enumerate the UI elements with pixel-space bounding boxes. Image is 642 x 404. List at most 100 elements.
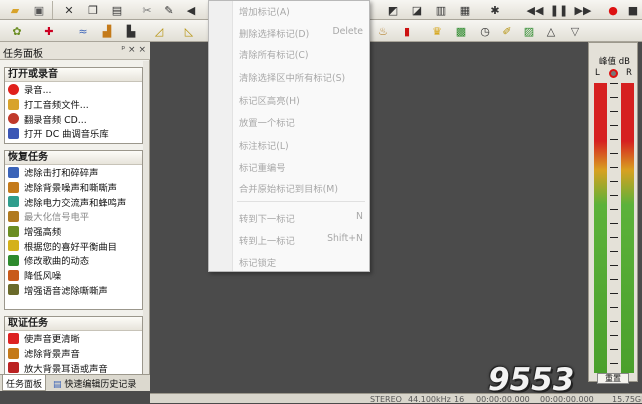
task-item[interactable]: 使声音更清晰 <box>5 331 142 346</box>
menu-item[interactable]: 清除所有标记(C) <box>239 47 363 61</box>
resize-icon[interactable]: ◪ <box>408 1 426 19</box>
task-pane-title: 任务面板 <box>3 49 43 60</box>
menu-separator <box>237 201 365 202</box>
task-item[interactable]: 滤除电力交流声和蜂鸣声 <box>5 194 142 209</box>
task-item-label: 降低风噪 <box>24 271 62 283</box>
brush-icon[interactable]: ✐ <box>498 22 516 40</box>
menu-item-shortcut: Shift+N <box>327 233 363 244</box>
waveform-icon[interactable]: ≈ <box>74 22 92 40</box>
watermark-logo: 9553 <box>488 362 575 398</box>
menu-item[interactable]: 标注标记(L) <box>239 138 363 152</box>
rewind-icon[interactable]: ◀◀ <box>526 1 544 19</box>
menu-item-label: 转到下一标记 <box>239 214 295 225</box>
meter-clip-indicator[interactable] <box>609 69 618 78</box>
bars-icon[interactable]: ▙ <box>122 22 140 40</box>
tab-edit-history[interactable]: ▤ 快速编辑历史记录 <box>50 375 139 391</box>
app-icon[interactable]: ▰ <box>6 1 24 19</box>
paste-icon[interactable]: ▤ <box>108 1 126 19</box>
menu-item[interactable]: 标记重编号 <box>239 160 363 174</box>
record-button-icon[interactable]: ● <box>604 1 622 19</box>
task-item[interactable]: 录音... <box>5 82 142 97</box>
trophy-icon[interactable]: ♛ <box>428 22 446 40</box>
hum-filter-icon <box>8 196 19 208</box>
stop-icon[interactable]: ■ <box>624 1 642 19</box>
menu-item[interactable]: 清除选择区中所有标记(S) <box>239 70 363 84</box>
record-icon <box>8 83 19 95</box>
voice-effect-icon[interactable]: ♨ <box>374 22 392 40</box>
menu-item[interactable]: 放置一个标记 <box>239 115 363 129</box>
gear-icon[interactable]: ✱ <box>486 1 504 19</box>
task-item[interactable]: 滤除背景噪声和嘶嘶声 <box>5 180 142 195</box>
menu-item-label: 放置一个标记 <box>239 118 295 129</box>
layout-icon[interactable]: ▦ <box>456 1 474 19</box>
meter-left-bar <box>594 83 607 373</box>
task-item[interactable]: 增强高频 <box>5 224 142 239</box>
click-filter-icon <box>8 166 19 178</box>
task-item[interactable]: 修改歌曲的动态 <box>5 253 142 268</box>
menu-item[interactable]: 合并原始标记到目标(M) <box>239 181 363 195</box>
meter-left-label: L <box>595 68 600 78</box>
task-item[interactable]: 滤除击打和碎碎声 <box>5 165 142 180</box>
meter-reset-button[interactable]: 重置 <box>597 373 629 384</box>
scrollbar[interactable] <box>143 61 149 387</box>
effect-tool-icon[interactable]: ✿ <box>8 22 26 40</box>
menu-item[interactable]: 转到上一标记 Shift+N <box>239 233 363 247</box>
task-item[interactable]: 增强语音滤除嘶嘶声 <box>5 283 142 298</box>
eq-bars-icon[interactable]: ▮ <box>398 22 416 40</box>
trim-icon[interactable]: ✂ <box>138 1 156 19</box>
task-section-title: 打开或录音 <box>5 68 142 82</box>
menu-item[interactable]: 标记锁定 <box>239 255 363 269</box>
task-item-label: 滤除背景噪声和嘶嘶声 <box>24 183 117 195</box>
save-icon[interactable]: ▣ <box>30 1 48 19</box>
chart-icon[interactable]: ▨ <box>520 22 538 40</box>
cd-icon <box>8 113 19 125</box>
funnel-icon[interactable]: ▽ <box>566 22 584 40</box>
task-section: 打开或录音 录音... 打工音频文件... 翻录音频 CD... 打开 DC 曲调音乐库 <box>4 67 143 144</box>
task-item[interactable]: 最大化信号电平 <box>5 209 142 224</box>
task-item[interactable]: 根据您的喜好平衡曲目 <box>5 238 142 253</box>
spectrum-icon[interactable]: ▟ <box>98 22 116 40</box>
menu-item[interactable]: 标记区高亮(H) <box>239 93 363 107</box>
forward-icon[interactable]: ▶▶ <box>574 1 592 19</box>
lips-icon <box>8 332 19 344</box>
task-item-label: 滤除背景声音 <box>24 349 80 361</box>
click-repair-icon[interactable]: ✚ <box>40 22 58 40</box>
task-item[interactable]: 打工音频文件... <box>5 97 142 112</box>
pause-icon[interactable]: ❚❚ <box>550 1 568 19</box>
task-item[interactable]: 翻录音频 CD... <box>5 111 142 126</box>
menu-item[interactable]: 增加标记(A) <box>239 4 363 18</box>
mute-icon[interactable]: ◀ <box>182 1 200 19</box>
task-item-label: 修改歌曲的动态 <box>24 256 90 268</box>
fade-icon[interactable]: ◺ <box>180 22 198 40</box>
music-library-icon <box>8 127 19 139</box>
menu-item[interactable]: 转到下一标记 N <box>239 211 363 225</box>
task-pane-tabs: 任务面板 ▤ 快速编辑历史记录 <box>0 374 150 391</box>
task-item[interactable]: 打开 DC 曲调音乐库 <box>5 126 142 141</box>
triangle-icon[interactable]: △ <box>542 22 560 40</box>
task-item[interactable]: 放大背景耳语或声音 <box>5 360 142 375</box>
pencil-icon[interactable]: ✎ <box>160 1 178 19</box>
task-item[interactable]: 降低风噪 <box>5 268 142 283</box>
clock-icon[interactable]: ◷ <box>476 22 494 40</box>
split-view-icon[interactable]: ▥ <box>432 1 450 19</box>
envelope-icon[interactable]: ◿ <box>150 22 168 40</box>
copy-icon[interactable]: ❐ <box>84 1 102 19</box>
menu-item[interactable]: 删除选择标记(D) Delete <box>239 26 363 40</box>
cut-icon[interactable]: ✕ <box>60 1 78 19</box>
filter-bg-icon <box>8 347 19 359</box>
meter-scale <box>610 83 618 373</box>
tab-task-pane[interactable]: 任务面板 <box>2 375 47 391</box>
menu-item-shortcut: N <box>356 211 363 222</box>
task-pane-controls[interactable]: ᵖ × × <box>121 45 146 55</box>
task-item-label: 最大化信号电平 <box>24 212 90 224</box>
dynamics-icon <box>8 254 19 266</box>
task-item-label: 滤除击打和碎碎声 <box>24 168 99 180</box>
task-item-label: 翻录音频 CD... <box>24 114 87 126</box>
separator <box>52 1 53 19</box>
open-folder-icon <box>8 98 19 110</box>
task-item[interactable]: 滤除背景声音 <box>5 346 142 361</box>
graph-icon[interactable]: ▩ <box>452 22 470 40</box>
normalize-icon[interactable]: ◩ <box>384 1 402 19</box>
task-item-label: 打开 DC 曲调音乐库 <box>24 129 109 141</box>
task-section: 恢复任务 滤除击打和碎碎声 滤除背景噪声和嘶嘶声 滤除电力交流声和蜂鸣声 最大化信号电平… <box>4 150 143 310</box>
